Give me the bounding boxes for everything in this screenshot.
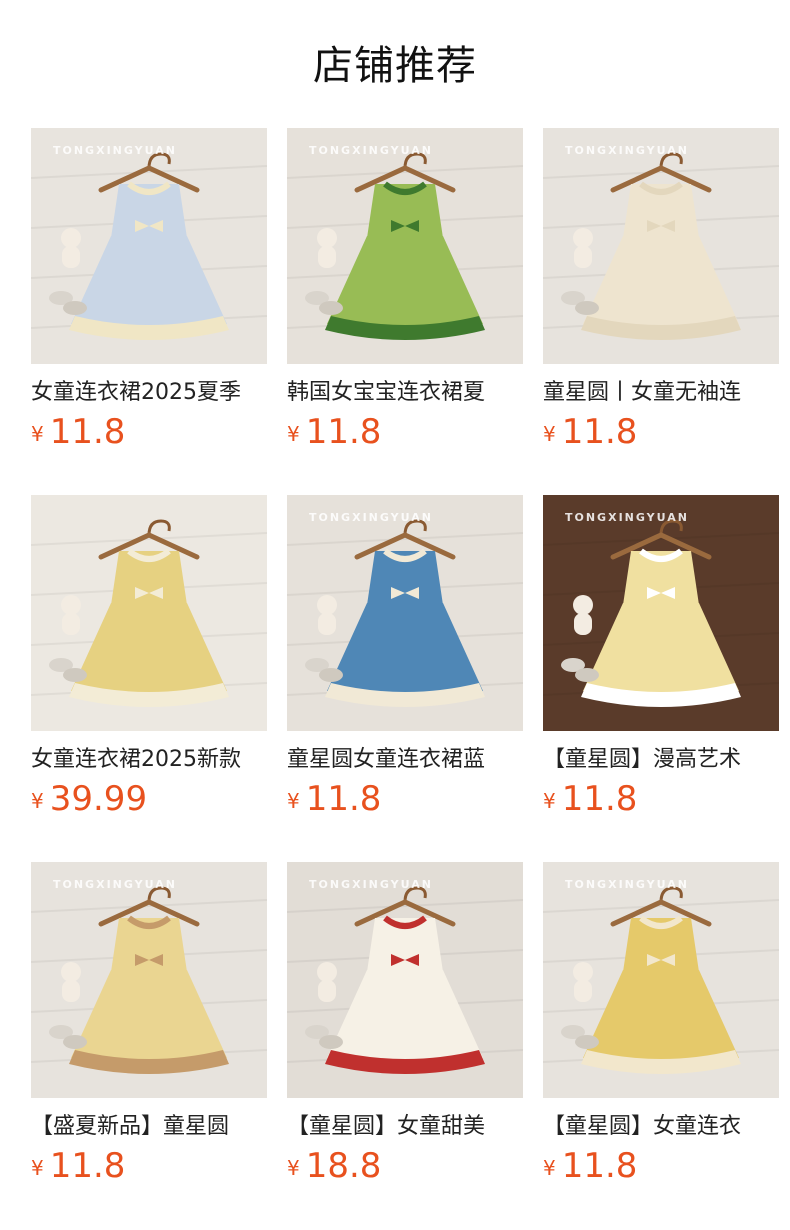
price-value: 18.8 bbox=[305, 1146, 382, 1186]
price-value: 11.8 bbox=[561, 412, 638, 452]
product-price: ¥11.8 bbox=[543, 779, 779, 819]
product-name[interactable]: 童星圆丨女童无袖连 bbox=[543, 378, 779, 408]
image-watermark: TONGXINGYUAN bbox=[565, 511, 689, 524]
gingham-dress-icon bbox=[31, 128, 267, 364]
price-value: 11.8 bbox=[561, 1146, 638, 1186]
product-image[interactable]: TONGXINGYUAN bbox=[31, 862, 267, 1098]
image-watermark: TONGXINGYUAN bbox=[309, 511, 433, 524]
image-watermark: TONGXINGYUAN bbox=[309, 144, 433, 157]
product-price: ¥11.8 bbox=[543, 1146, 779, 1186]
currency-symbol: ¥ bbox=[543, 422, 556, 446]
product-card[interactable]: TONGXINGYUAN 【盛夏新品】童星圆 ¥11.8 bbox=[31, 862, 267, 1229]
product-card[interactable]: TONGXINGYUAN 童星圆女童连衣裙蓝 ¥11.8 bbox=[287, 495, 523, 862]
currency-symbol: ¥ bbox=[287, 422, 300, 446]
image-watermark: TONGXINGYUAN bbox=[309, 878, 433, 891]
product-name[interactable]: 女童连衣裙2025新款 bbox=[31, 745, 267, 775]
product-price: ¥11.8 bbox=[543, 412, 779, 452]
product-name[interactable]: 【童星圆】漫高艺术 bbox=[543, 745, 779, 775]
product-image[interactable] bbox=[31, 495, 267, 731]
currency-symbol: ¥ bbox=[543, 789, 556, 813]
cherry-dress-icon bbox=[287, 862, 523, 1098]
image-watermark: TONGXINGYUAN bbox=[565, 878, 689, 891]
product-image[interactable]: TONGXINGYUAN bbox=[287, 495, 523, 731]
currency-symbol: ¥ bbox=[543, 1156, 556, 1180]
currency-symbol: ¥ bbox=[287, 1156, 300, 1180]
price-value: 11.8 bbox=[561, 779, 638, 819]
price-value: 11.8 bbox=[305, 412, 382, 452]
product-card[interactable]: TONGXINGYUAN 女童连衣裙2025夏季 ¥11.8 bbox=[31, 128, 267, 495]
ruffle-bow-dress-icon bbox=[543, 862, 779, 1098]
product-card[interactable]: TONGXINGYUAN 【童星圆】漫高艺术 ¥11.8 bbox=[543, 495, 779, 862]
striped-sailor-dress-icon bbox=[543, 495, 779, 731]
product-price: ¥11.8 bbox=[287, 779, 523, 819]
product-price: ¥39.99 bbox=[31, 779, 267, 819]
bubble-dress-icon bbox=[31, 862, 267, 1098]
yellow-bow-dress-icon bbox=[31, 495, 267, 731]
image-watermark: TONGXINGYUAN bbox=[53, 144, 177, 157]
product-name[interactable]: 韩国女宝宝连衣裙夏 bbox=[287, 378, 523, 408]
currency-symbol: ¥ bbox=[287, 789, 300, 813]
product-name[interactable]: 女童连衣裙2025夏季 bbox=[31, 378, 267, 408]
image-watermark: TONGXINGYUAN bbox=[53, 878, 177, 891]
price-value: 11.8 bbox=[305, 779, 382, 819]
currency-symbol: ¥ bbox=[31, 1156, 44, 1180]
product-name[interactable]: 【童星圆】女童连衣 bbox=[543, 1112, 779, 1142]
price-value: 39.99 bbox=[49, 779, 148, 819]
product-card[interactable]: TONGXINGYUAN 童星圆丨女童无袖连 ¥11.8 bbox=[543, 128, 779, 495]
product-price: ¥18.8 bbox=[287, 1146, 523, 1186]
currency-symbol: ¥ bbox=[31, 422, 44, 446]
product-price: ¥11.8 bbox=[31, 412, 267, 452]
product-card[interactable]: TONGXINGYUAN 韩国女宝宝连衣裙夏 ¥11.8 bbox=[287, 128, 523, 495]
product-image[interactable]: TONGXINGYUAN bbox=[287, 862, 523, 1098]
product-image[interactable]: TONGXINGYUAN bbox=[543, 128, 779, 364]
product-card[interactable]: TONGXINGYUAN 【童星圆】女童甜美 ¥18.8 bbox=[287, 862, 523, 1229]
product-image[interactable]: TONGXINGYUAN bbox=[287, 128, 523, 364]
product-price: ¥11.8 bbox=[287, 412, 523, 452]
price-value: 11.8 bbox=[49, 1146, 126, 1186]
currency-symbol: ¥ bbox=[31, 789, 44, 813]
product-image[interactable]: TONGXINGYUAN bbox=[543, 495, 779, 731]
product-card[interactable]: TONGXINGYUAN 【童星圆】女童连衣 ¥11.8 bbox=[543, 862, 779, 1229]
product-image[interactable]: TONGXINGYUAN bbox=[31, 128, 267, 364]
product-name[interactable]: 童星圆女童连衣裙蓝 bbox=[287, 745, 523, 775]
blue-plaid-dress-icon bbox=[287, 495, 523, 731]
product-image[interactable]: TONGXINGYUAN bbox=[543, 862, 779, 1098]
product-name[interactable]: 【童星圆】女童甜美 bbox=[287, 1112, 523, 1142]
product-card[interactable]: 女童连衣裙2025新款 ¥39.99 bbox=[31, 495, 267, 862]
product-name[interactable]: 【盛夏新品】童星圆 bbox=[31, 1112, 267, 1142]
price-value: 11.8 bbox=[49, 412, 126, 452]
store-recommendation-page: 店铺推荐 TONGXINGYUAN 女童连衣裙2025夏季 ¥11.8 TONGXIN… bbox=[0, 0, 790, 1230]
section-title: 店铺推荐 bbox=[313, 43, 477, 89]
product-grid: TONGXINGYUAN 女童连衣裙2025夏季 ¥11.8 TONGXINGYUAN… bbox=[31, 128, 790, 1229]
product-price: ¥11.8 bbox=[31, 1146, 267, 1186]
lace-dress-icon bbox=[543, 128, 779, 364]
image-watermark: TONGXINGYUAN bbox=[565, 144, 689, 157]
watermelon-dress-icon bbox=[287, 128, 523, 364]
